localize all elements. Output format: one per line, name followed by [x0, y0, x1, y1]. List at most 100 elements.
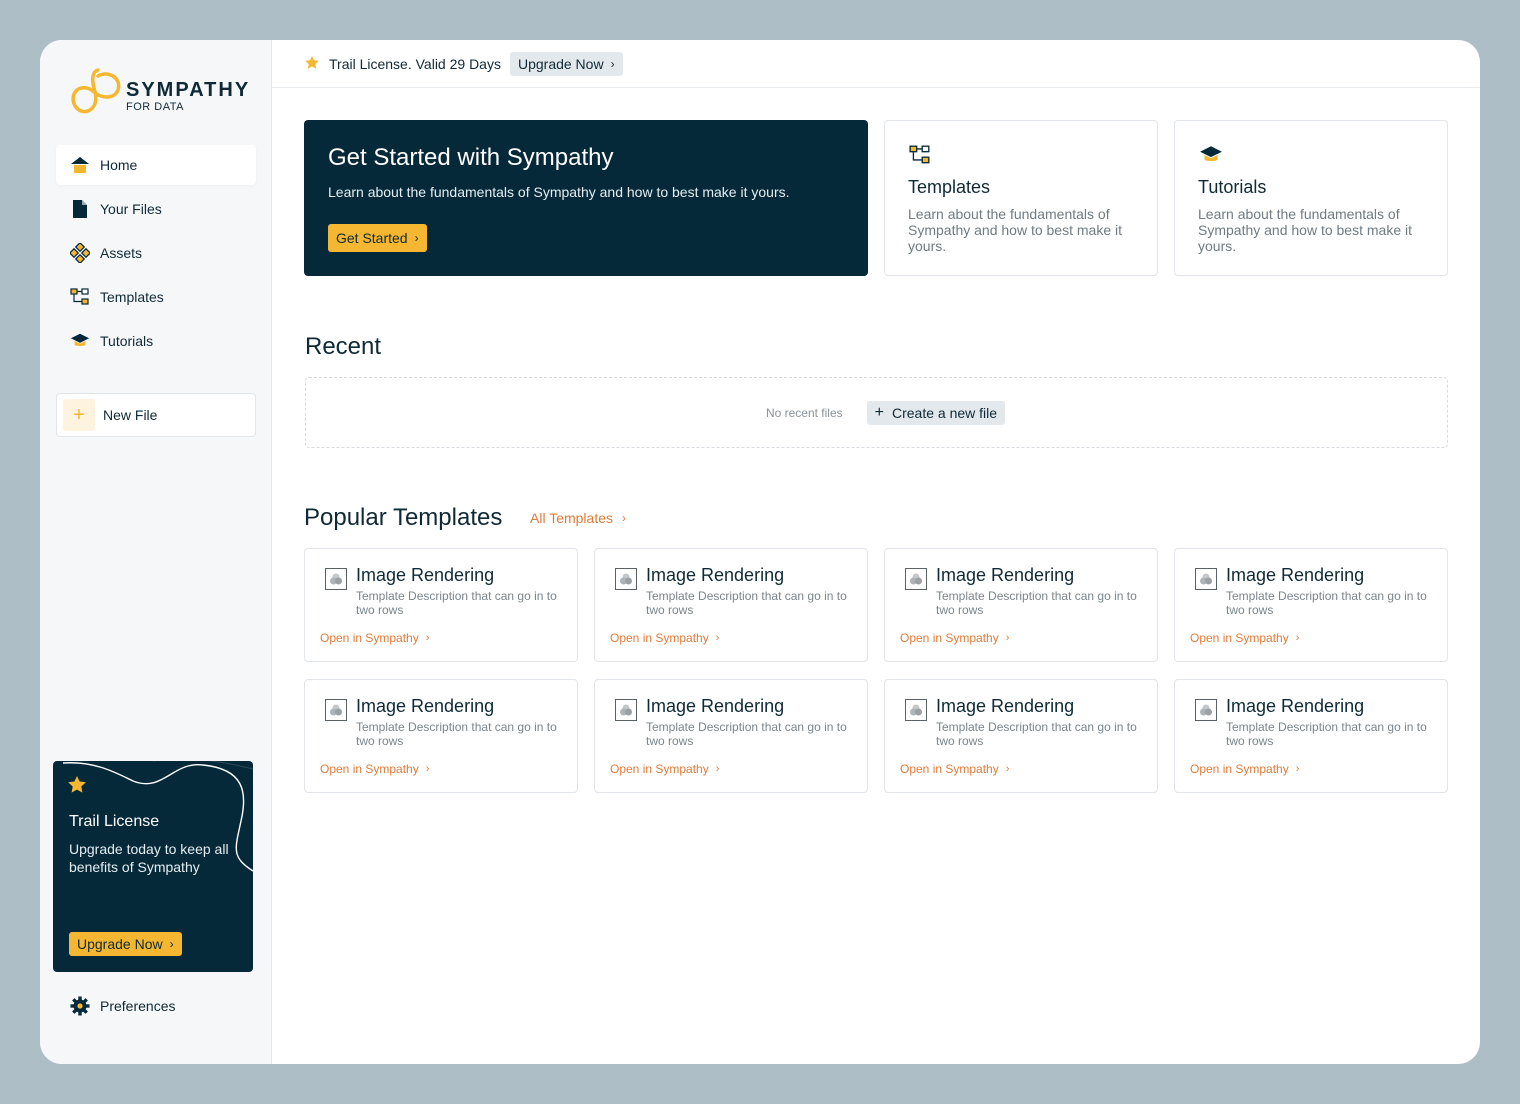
brand-subtitle: FOR DATA — [126, 100, 184, 113]
template-title: Image Rendering — [1226, 696, 1365, 716]
chevron-right-icon: › — [425, 632, 430, 644]
template-card[interactable]: Image Rendering Template Description that… — [594, 548, 868, 662]
recent-files-dropzone: No recent files + Create a new file — [305, 377, 1448, 448]
chevron-right-icon: › — [622, 511, 627, 525]
image-thumbnail-icon — [1195, 699, 1217, 721]
chevron-right-icon: › — [414, 231, 419, 245]
image-thumbnail-icon — [905, 568, 927, 590]
preferences-label: Preferences — [100, 998, 176, 1014]
all-templates-link[interactable]: All Templates › — [530, 510, 626, 526]
plus-icon: + — [874, 403, 884, 421]
chevron-right-icon: › — [1005, 763, 1010, 775]
sidebar-item-label: Tutorials — [100, 333, 154, 349]
new-file-label: New File — [103, 407, 158, 423]
open-in-sympathy-link[interactable]: Open in Sympathy › — [1190, 762, 1299, 776]
sidebar-item-tutorials[interactable]: Tutorials — [56, 321, 256, 361]
template-description: Template Description that can go in to t… — [646, 589, 847, 617]
template-description: Template Description that can go in to t… — [936, 589, 1137, 617]
image-thumbnail-icon — [615, 568, 637, 590]
templates-card[interactable]: Templates Learn about the fundamentals o… — [884, 120, 1158, 276]
hero-subtitle: Learn about the fundamentals of Sympathy… — [328, 184, 790, 200]
open-in-sympathy-link[interactable]: Open in Sympathy › — [610, 631, 719, 645]
all-templates-label: All Templates — [530, 510, 614, 526]
brand-name: SYMPATHY — [126, 78, 251, 101]
template-title: Image Rendering — [646, 696, 785, 716]
sidebar-item-templates[interactable]: Templates — [56, 277, 256, 317]
recent-heading: Recent — [305, 333, 382, 360]
sidebar-item-assets[interactable]: Assets — [56, 233, 256, 273]
template-card[interactable]: Image Rendering Template Description that… — [594, 679, 868, 793]
logo[interactable]: SYMPATHY FOR DATA — [68, 67, 251, 122]
image-thumbnail-icon — [325, 568, 347, 590]
trial-title: Trail License — [69, 813, 160, 830]
get-started-banner: Get Started with Sympathy Learn about th… — [304, 120, 868, 276]
sidebar-nav: Home Your Files Assets Templates Tutoria… — [56, 145, 256, 365]
new-file-button[interactable]: + New File — [56, 393, 256, 437]
template-card[interactable]: Image Rendering Template Description that… — [884, 679, 1158, 793]
plus-icon: + — [63, 399, 95, 431]
graduation-cap-icon — [70, 331, 90, 351]
get-started-label: Get Started — [336, 230, 408, 246]
chevron-right-icon: › — [425, 763, 430, 775]
open-in-sympathy-link[interactable]: Open in Sympathy › — [610, 762, 719, 776]
template-card[interactable]: Image Rendering Template Description that… — [1174, 548, 1448, 662]
chevron-right-icon: › — [1295, 763, 1300, 775]
chevron-right-icon: › — [715, 763, 720, 775]
create-new-file-label: Create a new file — [891, 404, 998, 421]
sidebar-item-home[interactable]: Home — [56, 145, 256, 185]
create-new-file-button[interactable]: + Create a new file — [866, 400, 1006, 425]
license-status: Trail License. Valid 29 Days — [329, 55, 501, 72]
tutorials-card[interactable]: Tutorials Learn about the fundamentals o… — [1174, 120, 1448, 276]
card-title: Tutorials — [1198, 177, 1267, 197]
chevron-right-icon: › — [1005, 632, 1010, 644]
popular-templates-heading: Popular Templates — [304, 504, 503, 531]
open-in-sympathy-link[interactable]: Open in Sympathy › — [1190, 631, 1299, 645]
home-icon — [70, 155, 90, 175]
file-icon — [70, 199, 90, 219]
template-description: Template Description that can go in to t… — [646, 720, 847, 748]
sidebar-item-label: Assets — [100, 245, 143, 261]
sidebar-item-label: Templates — [100, 289, 164, 305]
open-in-sympathy-label: Open in Sympathy — [900, 762, 999, 776]
gear-icon — [70, 996, 90, 1016]
get-started-button[interactable]: Get Started › — [328, 224, 427, 252]
card-title: Templates — [908, 177, 991, 197]
template-title: Image Rendering — [356, 696, 495, 716]
template-card[interactable]: Image Rendering Template Description that… — [1174, 679, 1448, 793]
template-title: Image Rendering — [936, 696, 1075, 716]
open-in-sympathy-label: Open in Sympathy — [610, 762, 709, 776]
open-in-sympathy-label: Open in Sympathy — [320, 762, 419, 776]
open-in-sympathy-link[interactable]: Open in Sympathy › — [320, 631, 429, 645]
chevron-right-icon: › — [1295, 632, 1300, 644]
sidebar-item-label: Your Files — [100, 201, 162, 217]
open-in-sympathy-label: Open in Sympathy — [610, 631, 709, 645]
template-title: Image Rendering — [936, 565, 1075, 585]
open-in-sympathy-link[interactable]: Open in Sympathy › — [900, 762, 1009, 776]
preferences-button[interactable]: Preferences — [70, 996, 175, 1016]
graduation-cap-icon — [1199, 145, 1223, 170]
open-in-sympathy-link[interactable]: Open in Sympathy › — [320, 762, 429, 776]
card-description: Learn about the fundamentals of Sympathy… — [908, 206, 1122, 254]
template-card[interactable]: Image Rendering Template Description that… — [304, 679, 578, 793]
trial-license-card: Trail License Upgrade today to keep all … — [53, 761, 253, 972]
template-description: Template Description that can go in to t… — [936, 720, 1137, 748]
open-in-sympathy-link[interactable]: Open in Sympathy › — [900, 631, 1009, 645]
card-description: Learn about the fundamentals of Sympathy… — [1198, 206, 1412, 254]
template-description: Template Description that can go in to t… — [1226, 589, 1427, 617]
chevron-right-icon: › — [715, 632, 720, 644]
sidebar-item-label: Home — [100, 157, 138, 173]
upgrade-now-button[interactable]: Upgrade Now › — [69, 932, 182, 956]
template-title: Image Rendering — [356, 565, 495, 585]
top-bar: Trail License. Valid 29 Days Upgrade Now… — [272, 40, 1480, 88]
topbar-upgrade-button[interactable]: Upgrade Now › — [509, 51, 623, 76]
template-description: Template Description that can go in to t… — [356, 720, 557, 748]
open-in-sympathy-label: Open in Sympathy — [320, 631, 419, 645]
template-title: Image Rendering — [646, 565, 785, 585]
templates-icon — [70, 287, 90, 307]
sidebar-item-your-files[interactable]: Your Files — [56, 189, 256, 229]
star-icon — [68, 776, 86, 798]
image-thumbnail-icon — [1195, 568, 1217, 590]
template-card[interactable]: Image Rendering Template Description that… — [884, 548, 1158, 662]
template-description: Template Description that can go in to t… — [1226, 720, 1427, 748]
template-card[interactable]: Image Rendering Template Description that… — [304, 548, 578, 662]
